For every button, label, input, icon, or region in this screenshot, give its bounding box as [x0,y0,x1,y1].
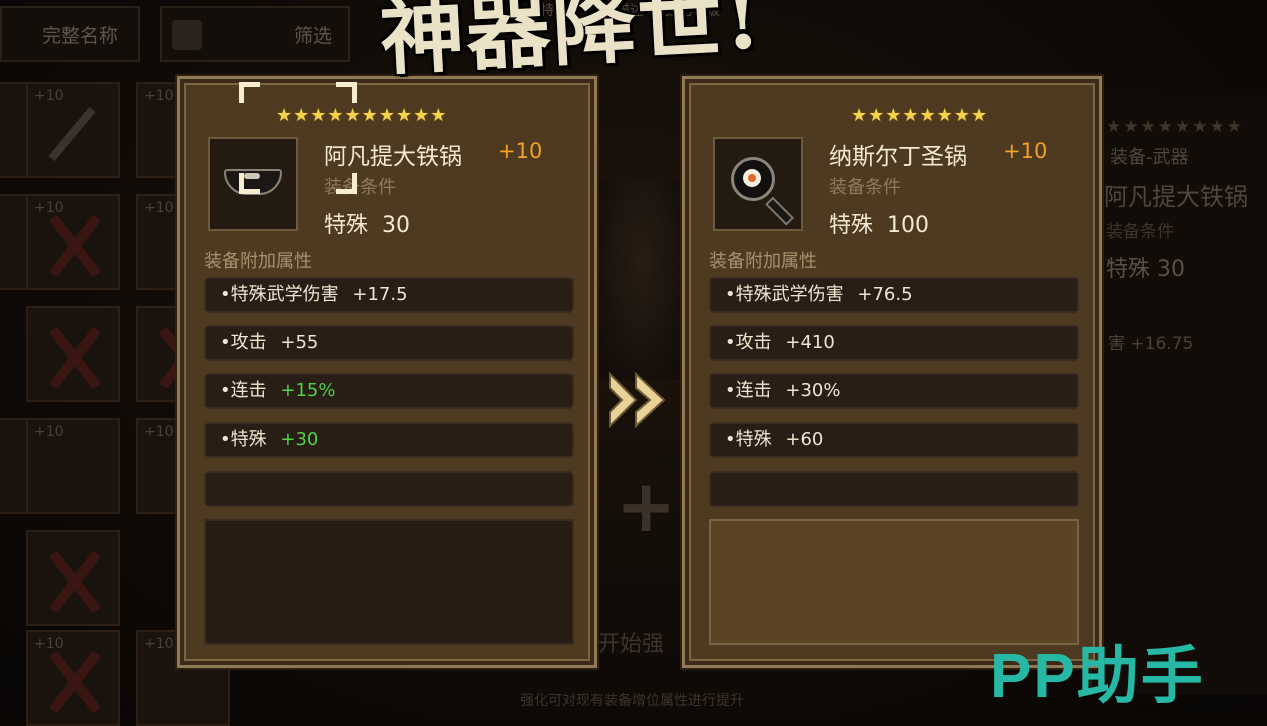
filter-icon [172,20,202,50]
frying-pan-icon [731,157,795,226]
requirement-label: 装备条件 [829,177,901,198]
main-stat-label: 特殊 [829,213,874,238]
attribute-label: •特殊 [725,429,772,450]
top-bar: 完整名称 筛选 [0,0,350,76]
inventory-slot[interactable]: +10 [26,82,120,178]
after-item-card: ★★★★★★★★ 纳斯尔丁圣锅 +10 装备条件 特殊 100 装备附加属性 •特… [682,76,1102,668]
attribute-label: •特殊 [220,429,267,450]
before-item-card: ★★★★★★★★★★ 阿凡提大铁锅 +10 装备条件 特殊 30 装备附加属性 •… [177,76,597,668]
staff-icon [48,106,96,162]
attribute-label: •攻击 [220,332,267,353]
start-enhance-button[interactable]: 开始强 [598,626,664,658]
attribute-label: •连击 [725,380,772,401]
slot-level: +10 [34,424,64,440]
item-name: 纳斯尔丁圣锅 [829,144,967,170]
slot-level: +10 [34,200,64,216]
requirement-label: 装备条件 [324,177,396,198]
plus-icon: + [616,464,677,548]
description-slot [204,519,574,645]
attribute-value: +410 [785,332,835,353]
wok-icon [224,165,282,199]
item-name: 阿凡提大铁锅 [324,144,462,170]
background-stars: ★★★★★★★★ [1106,117,1244,137]
slot-level: +10 [34,88,64,104]
wok-shine [244,173,260,179]
attribute-label: •特殊武学伤害 [220,284,339,305]
attribute-row: •攻击 +410 [709,325,1079,361]
bonus-attributes-label: 装备附加属性 [204,251,312,272]
inventory-slot[interactable]: +10 [26,194,120,290]
enhance-level: +10 [498,139,543,163]
attribute-value: +17.5 [352,284,408,305]
attribute-label: •连击 [220,380,267,401]
attribute-row: •特殊武学伤害 +17.5 [204,277,574,313]
background-main-stat: 特殊 30 [1106,257,1185,282]
sort-by-name-button[interactable]: 完整名称 [0,6,140,62]
attribute-row: •特殊武学伤害 +76.5 [709,277,1079,313]
background-attr: 害 +16.75 [1108,334,1194,354]
attribute-value: +60 [785,429,824,450]
double-arrow-icon [609,371,666,429]
main-stat-value: 30 [382,213,411,238]
star-rating: ★★★★★★★★ [851,105,989,126]
pan-yolk [748,174,756,182]
enhance-level: +10 [1003,139,1048,163]
banner-title: 神器降世! [377,0,766,87]
item-icon-frame [713,137,803,231]
star-rating: ★★★★★★★★★★ [276,105,448,126]
slot-level: +10 [144,88,174,104]
attribute-row: •特殊 +30 [204,422,574,458]
background-item-card: ★★★★★★★★ 装备-武器 阿凡提大铁锅 装备条件 特殊 30 害 +16.7… [1090,95,1267,695]
slot-level: +10 [144,424,174,440]
slot-level: +10 [34,636,64,652]
background-item-name: 阿凡提大铁锅 [1104,183,1248,211]
slot-level: +10 [144,200,174,216]
attribute-label: •特殊武学伤害 [725,284,844,305]
attribute-label: •攻击 [725,332,772,353]
filter-button[interactable]: 筛选 [160,6,350,62]
main-stat: 特殊 100 [829,207,929,239]
attribute-row: •攻击 +55 [204,325,574,361]
attribute-value: +76.5 [857,284,913,305]
attribute-value: +55 [280,332,319,353]
inventory-slot[interactable] [26,530,120,626]
locked-x-icon [44,652,106,712]
main-stat-label: 特殊 [324,213,369,238]
main-stat-value: 100 [887,213,930,238]
background-requirement: 装备条件 [1106,222,1174,242]
locked-x-icon [44,552,106,612]
inventory-slot[interactable]: +10 [26,630,120,726]
enhance-hint: 强化可对现有装备增位属性进行提升 [520,693,744,709]
locked-x-icon [44,216,106,276]
attribute-value: +30% [785,380,841,401]
inventory-slot[interactable] [26,306,120,402]
attribute-row: •连击 +15% [204,373,574,409]
locked-x-icon [44,328,106,388]
attribute-value: +15% [280,380,336,401]
pan-handle [765,196,795,226]
empty-attribute-row [204,471,574,507]
empty-attribute-row [709,471,1079,507]
attribute-row: •连击 +30% [709,373,1079,409]
character-portrait [596,180,686,380]
filter-label: 筛选 [293,24,332,47]
background-category: 装备-武器 [1110,147,1189,168]
attribute-value: +30 [280,429,319,450]
main-stat: 特殊 30 [324,207,410,239]
attribute-row: •特殊 +60 [709,422,1079,458]
item-icon-frame [208,137,298,231]
inventory-slot[interactable]: +10 [26,418,120,514]
watermark-logo: PP助手 [990,642,1205,711]
bonus-attributes-label: 装备附加属性 [709,251,817,272]
slot-level: +10 [144,636,174,652]
